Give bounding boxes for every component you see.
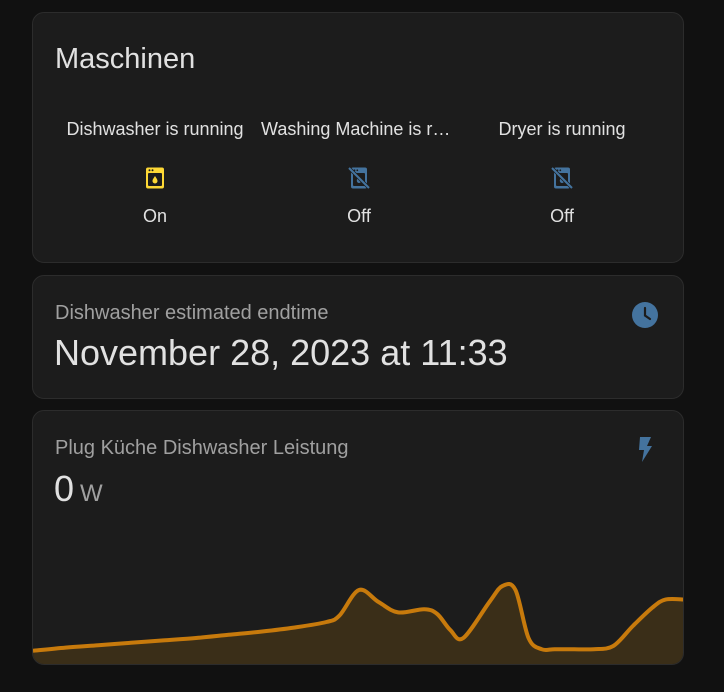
power-history-chart bbox=[33, 582, 683, 664]
entity-state: On bbox=[142, 206, 167, 226]
power-area-fill bbox=[33, 583, 683, 664]
dryer-off-icon bbox=[550, 166, 574, 190]
clock-icon bbox=[631, 301, 659, 329]
entity-name: Washing Machine is running bbox=[261, 119, 457, 139]
card-title: Maschinen bbox=[55, 43, 196, 75]
entity-dishwasher-running[interactable]: Dishwasher is running On bbox=[53, 117, 257, 227]
flash-icon bbox=[631, 435, 659, 463]
entity-value: 0 bbox=[54, 468, 75, 509]
endtime-card[interactable]: Dishwasher estimated endtime November 28… bbox=[32, 275, 684, 399]
entity-washing-machine-running[interactable]: Washing Machine is running Off bbox=[257, 117, 461, 227]
entity-value: November 28, 2023 at 11:33 bbox=[54, 332, 508, 373]
entity-dryer-running[interactable]: Dryer is running Off bbox=[460, 117, 664, 227]
entity-name: Dishwasher estimated endtime bbox=[55, 302, 329, 324]
entity-state: Off bbox=[550, 206, 574, 226]
entity-name: Dryer is running bbox=[498, 119, 626, 139]
entity-state: Off bbox=[347, 206, 371, 226]
entity-unit: W bbox=[80, 480, 103, 507]
machines-card: Maschinen Dishwasher is running On Washi… bbox=[32, 12, 684, 263]
entity-name: Dishwasher is running bbox=[66, 119, 244, 139]
power-card[interactable]: Plug Küche Dishwasher Leistung 0W bbox=[32, 410, 684, 665]
entity-name: Plug Küche Dishwasher Leistung bbox=[55, 437, 349, 459]
dishwasher-icon bbox=[143, 166, 167, 190]
entity-value-row: 0W bbox=[54, 468, 103, 510]
washing-machine-off-icon bbox=[347, 166, 371, 190]
